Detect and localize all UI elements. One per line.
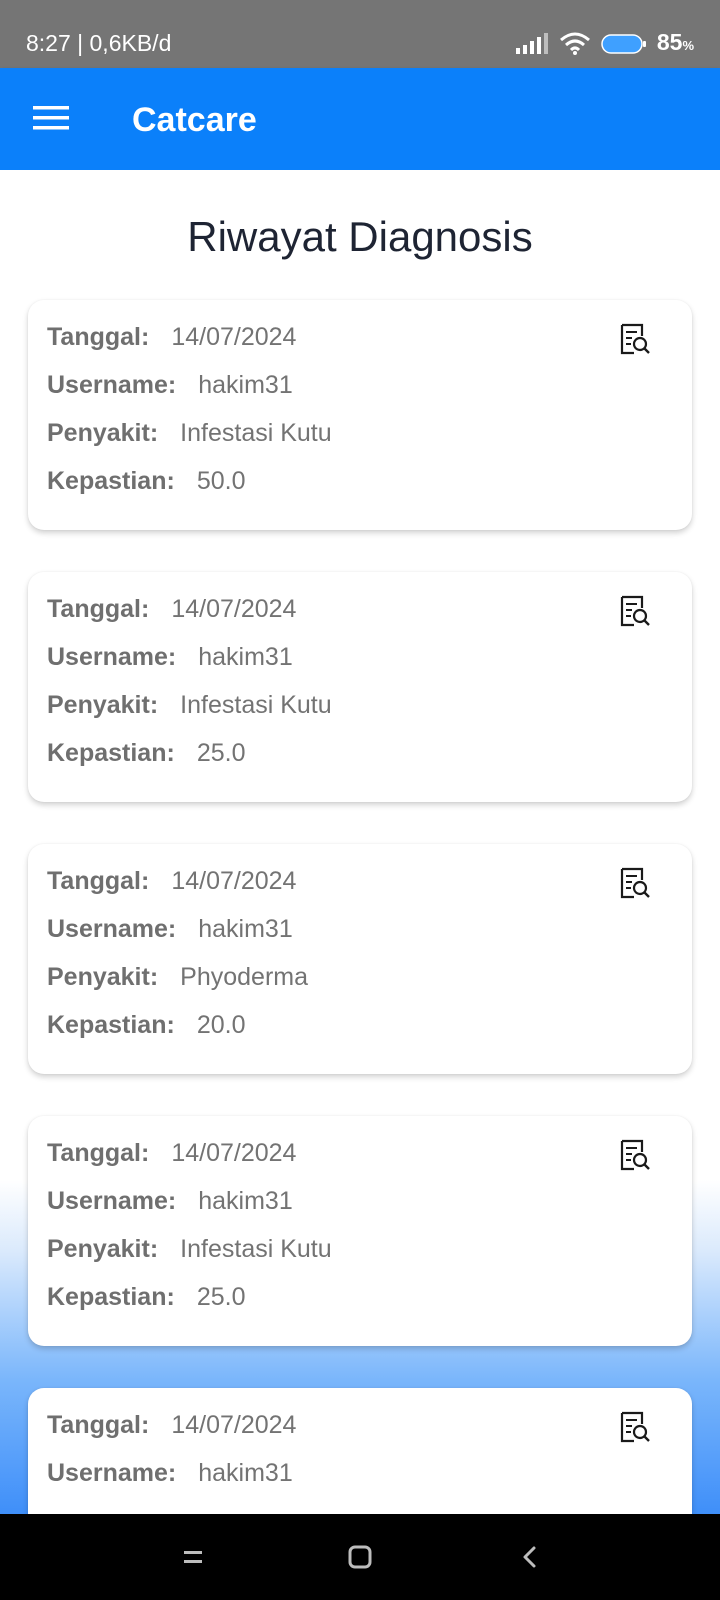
disease-label: Penyakit: [47,1235,159,1263]
detail-search-icon[interactable] [618,1138,652,1172]
username-label: Username: [47,1459,177,1487]
certainty-value: 25.0 [196,739,246,767]
diagnosis-card[interactable]: Tanggal: 14/07/2024 Username: hakim31 Peny… [28,844,692,1074]
username-row: Username: hakim31 [47,370,293,400]
date-value: 14/07/2024 [171,595,297,623]
diagnosis-card[interactable]: Tanggal: 14/07/2024 Username: hakim31 Peny… [28,300,692,530]
username-value: hakim31 [198,643,293,671]
date-row: Tanggal: 14/07/2024 [47,866,296,896]
menu-button[interactable] [26,96,76,140]
back-icon[interactable] [513,1540,547,1574]
username-row: Username: hakim31 [47,1458,293,1488]
status-bar: 8:27 | 0,6KB/d 85% [0,0,720,68]
certainty-row: Kepastian: 20.0 [47,1010,245,1040]
detail-search-icon[interactable] [618,1410,652,1444]
username-row: Username: hakim31 [47,642,293,672]
date-value: 14/07/2024 [171,323,297,351]
certainty-value: 25.0 [196,1283,246,1311]
username-row: Username: hakim31 [47,914,293,944]
date-row: Tanggal: 14/07/2024 [47,1138,296,1168]
disease-value: Infestasi Kutu [180,691,332,719]
disease-row: Penyakit: Infestasi Kutu [47,1234,332,1264]
detail-search-icon[interactable] [618,594,652,628]
disease-row: Penyakit: Infestasi Kutu [47,690,332,720]
diagnosis-card[interactable]: Tanggal: 14/07/2024 Username: hakim31 [28,1388,692,1514]
date-row: Tanggal: 14/07/2024 [47,1410,296,1440]
disease-value: Phyoderma [180,963,309,991]
disease-value: Infestasi Kutu [180,1235,332,1263]
certainty-label: Kepastian: [47,739,175,767]
username-label: Username: [47,1187,177,1215]
username-row: Username: hakim31 [47,1186,293,1216]
disease-row: Penyakit: Phyoderma [47,962,308,992]
hamburger-menu-icon [33,106,69,130]
certainty-label: Kepastian: [47,1011,175,1039]
signal-icon [515,33,548,54]
battery-icon [601,34,646,54]
date-label: Tanggal: [47,323,150,351]
date-label: Tanggal: [47,1411,150,1439]
disease-value: Infestasi Kutu [180,419,332,447]
home-icon[interactable] [343,1540,377,1574]
date-row: Tanggal: 14/07/2024 [47,594,296,624]
detail-search-icon[interactable] [618,866,652,900]
date-row: Tanggal: 14/07/2024 [47,322,296,352]
diagnosis-card[interactable]: Tanggal: 14/07/2024 Username: hakim31 Peny… [28,1116,692,1346]
username-label: Username: [47,371,177,399]
username-value: hakim31 [198,1459,293,1487]
battery-percentage: 85% [656,29,694,55]
date-label: Tanggal: [47,867,150,895]
date-value: 14/07/2024 [171,1411,297,1439]
status-time: 8:27 | 0,6KB/d [26,30,172,56]
certainty-label: Kepastian: [47,1283,175,1311]
page-title: Riwayat Diagnosis [187,213,533,260]
disease-label: Penyakit: [47,691,159,719]
username-value: hakim31 [198,371,293,399]
system-navigation-bar [0,1514,720,1600]
username-label: Username: [47,643,177,671]
diagnosis-card[interactable]: Tanggal: 14/07/2024 Username: hakim31 Peny… [28,572,692,802]
app-bar: Catcare [0,68,720,170]
certainty-value: 20.0 [196,1011,246,1039]
certainty-label: Kepastian: [47,467,175,495]
disease-label: Penyakit: [47,963,159,991]
username-label: Username: [47,915,177,943]
detail-search-icon[interactable] [618,322,652,356]
date-value: 14/07/2024 [171,867,297,895]
date-value: 14/07/2024 [171,1139,297,1167]
username-value: hakim31 [198,915,293,943]
status-icons: 85% [515,29,694,58]
main-content: Riwayat Diagnosis Tanggal: 14/07/2024 Use… [0,170,720,1514]
certainty-row: Kepastian: 25.0 [47,738,245,768]
date-label: Tanggal: [47,1139,150,1167]
app-title: Catcare [132,101,257,139]
certainty-value: 50.0 [196,467,246,495]
disease-label: Penyakit: [47,419,159,447]
username-value: hakim31 [198,1187,293,1215]
date-label: Tanggal: [47,595,150,623]
disease-row: Penyakit: Infestasi Kutu [47,418,332,448]
wifi-icon [559,32,590,55]
recent-apps-icon[interactable] [176,1540,210,1574]
certainty-row: Kepastian: 25.0 [47,1282,245,1312]
certainty-row: Kepastian: 50.0 [47,466,245,496]
